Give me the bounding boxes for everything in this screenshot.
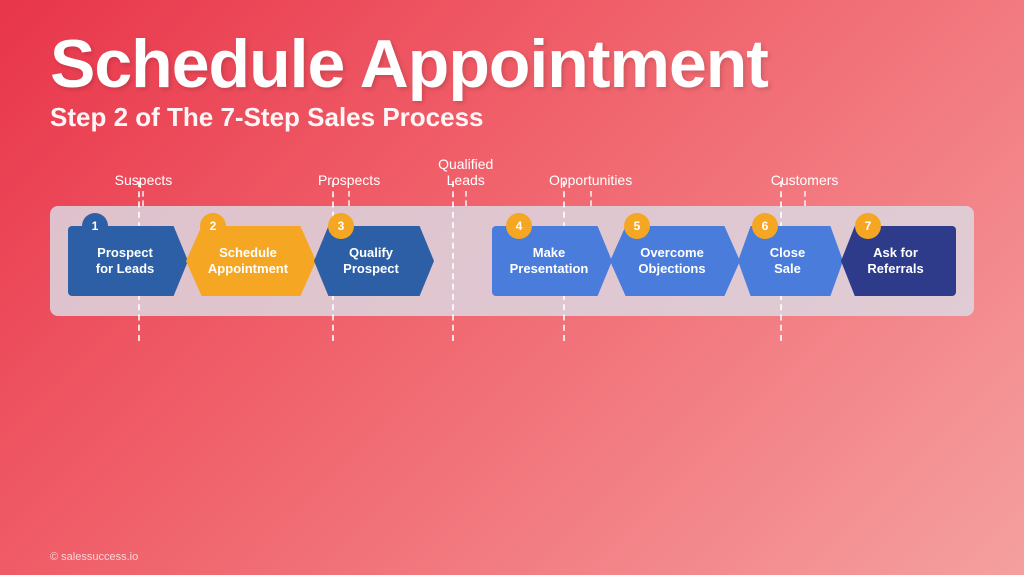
step-5-wrapper: 5 OvercomeObjections	[610, 226, 740, 296]
opportunities-line-top	[590, 191, 592, 206]
step-3-wrapper: 3 QualifyProspect	[314, 226, 434, 296]
step-4-arrow: MakePresentation	[492, 226, 612, 296]
title: Schedule Appointment	[50, 30, 974, 98]
qualified-leads-line-top	[465, 191, 467, 206]
suspects-label: Suspects	[115, 172, 173, 188]
diagram-area: Suspects Prospects QualifiedLeads Opport…	[50, 151, 974, 555]
category-prospects: Prospects	[318, 172, 380, 206]
category-suspects: Suspects	[115, 172, 173, 206]
copyright: © salessuccess.io	[50, 551, 138, 563]
step-1-arrow: Prospectfor Leads	[68, 226, 188, 296]
prospects-line-top	[348, 191, 350, 206]
category-qualified-leads: QualifiedLeads	[438, 156, 493, 206]
step-7-arrow: Ask forReferrals	[841, 226, 956, 296]
main-container: Schedule Appointment Step 2 of The 7-Ste…	[0, 0, 1024, 575]
step-2-number: 2	[200, 213, 226, 239]
step-2-wrapper: 2 ScheduleAppointment	[186, 226, 316, 296]
customers-line-top	[804, 191, 806, 206]
steps-container: 1 Prospectfor Leads 2 ScheduleAppointmen…	[68, 226, 956, 296]
opportunities-label: Opportunities	[549, 172, 632, 188]
suspects-line-top	[142, 191, 144, 206]
step-1-wrapper: 1 Prospectfor Leads	[68, 226, 188, 296]
step-7-wrapper: 7 Ask forReferrals	[841, 226, 956, 296]
step-6-arrow: CloseSale	[738, 226, 843, 296]
step-1-number: 1	[82, 213, 108, 239]
dashed-line-qualified	[452, 181, 454, 341]
step-4-wrapper: 4 MakePresentation	[492, 226, 612, 296]
step-6-wrapper: 6 CloseSale	[738, 226, 843, 296]
process-box: 1 Prospectfor Leads 2 ScheduleAppointmen…	[50, 206, 974, 316]
step-5-number: 5	[624, 213, 650, 239]
qualified-leads-label: QualifiedLeads	[438, 156, 493, 188]
step-7-number: 7	[855, 213, 881, 239]
step-3-number: 3	[328, 213, 354, 239]
categories-row: Suspects Prospects QualifiedLeads Opport…	[50, 151, 974, 206]
step-6-number: 6	[752, 213, 778, 239]
step-3-arrow: QualifyProspect	[314, 226, 434, 296]
category-opportunities: Opportunities	[549, 172, 632, 206]
prospects-label: Prospects	[318, 172, 380, 188]
step-4-number: 4	[506, 213, 532, 239]
subtitle: Step 2 of The 7-Step Sales Process	[50, 102, 974, 133]
